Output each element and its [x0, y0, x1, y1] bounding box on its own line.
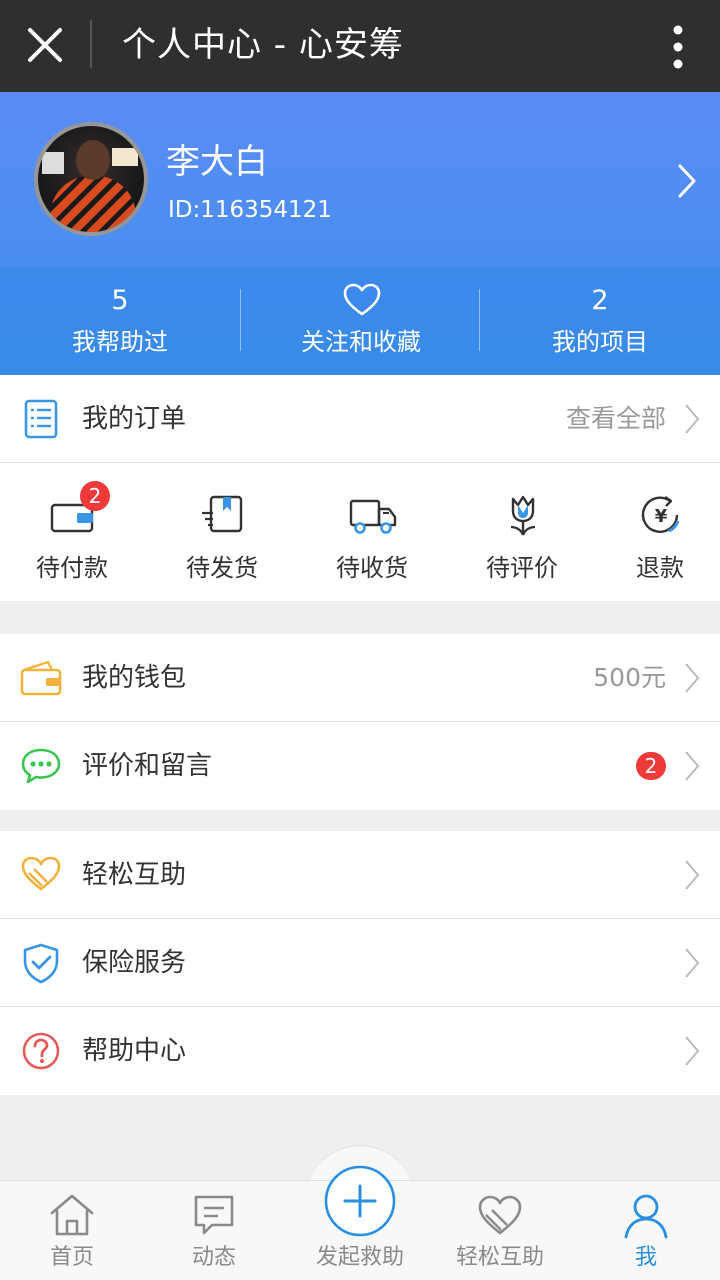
shipping-box-icon: [202, 495, 243, 533]
heart-icon: [343, 283, 381, 316]
tab-home-label: 首页: [49, 1245, 94, 1270]
my-wallet-label: 我的钱包: [82, 663, 187, 693]
tab-mutual-aid[interactable]: 轻松互助: [428, 1181, 572, 1280]
order-pending-receipt[interactable]: 待收货: [300, 463, 444, 601]
stat-helped[interactable]: 5 我帮助过: [0, 267, 240, 375]
yen-refund-icon: ¥: [641, 496, 680, 533]
avatar[interactable]: [34, 122, 148, 236]
order-refund[interactable]: ¥ 退款: [588, 463, 720, 601]
my-orders-row[interactable]: 我的订单 查看全部: [0, 375, 720, 463]
mutual-aid-row[interactable]: 轻松互助: [0, 831, 720, 919]
profile-header[interactable]: 李大白 ID:116354121 5 我帮助过 关注和收藏 2 我的项目: [0, 92, 720, 375]
tab-me-label: 我: [634, 1245, 657, 1270]
chevron-right-icon[interactable]: [676, 162, 698, 200]
order-list-icon: [24, 399, 58, 439]
order-pending-shipment-label: 待发货: [186, 554, 258, 582]
tab-launch-aid-label: 发起救助: [315, 1245, 404, 1270]
profile-stats: 5 我帮助过 关注和收藏 2 我的项目: [0, 267, 720, 375]
user-icon: [624, 1194, 668, 1239]
tab-feed-label: 动态: [191, 1245, 236, 1270]
mutual-aid-label: 轻松互助: [82, 860, 187, 890]
heart-hands-icon: [21, 856, 61, 891]
order-pending-payment[interactable]: 2 待付款: [0, 463, 144, 601]
plus-circle-icon[interactable]: [324, 1165, 396, 1237]
wallet-icon: [20, 660, 62, 696]
help-center-row[interactable]: 帮助中心: [0, 1007, 720, 1095]
chevron-right-icon: [685, 663, 700, 693]
insurance-label: 保险服务: [82, 948, 187, 978]
my-orders-label: 我的订单: [82, 404, 187, 434]
chevron-right-icon: [685, 860, 700, 890]
tab-me[interactable]: 我: [574, 1181, 718, 1280]
order-status-grid: 2 待付款 待发货 待收货 待评价 ¥ 退款: [0, 463, 720, 601]
stat-projects-label: 我的项目: [552, 328, 648, 356]
more-vertical-icon[interactable]: [666, 24, 690, 70]
delivery-truck-icon: [349, 499, 397, 534]
tab-feed[interactable]: 动态: [142, 1181, 286, 1280]
chevron-right-icon: [685, 948, 700, 978]
chevron-right-icon: [685, 404, 700, 434]
chat-bubble-icon: [21, 748, 61, 784]
help-center-label: 帮助中心: [82, 1036, 187, 1066]
shield-check-icon: [23, 943, 59, 984]
insurance-row[interactable]: 保险服务: [0, 919, 720, 1007]
close-icon[interactable]: [22, 22, 68, 68]
chevron-right-icon: [685, 751, 700, 781]
order-pending-shipment[interactable]: 待发货: [150, 463, 294, 601]
chevron-right-icon: [685, 1036, 700, 1066]
heart-hands-icon: [478, 1195, 522, 1235]
comments-label: 评价和留言: [82, 751, 213, 781]
tab-home[interactable]: 首页: [0, 1181, 144, 1280]
stat-favorites[interactable]: 关注和收藏: [241, 267, 481, 375]
chat-icon: [194, 1195, 234, 1235]
page-title: 个人中心 - 心安筹: [122, 25, 404, 65]
title-divider: [90, 20, 92, 68]
stat-favorites-label: 关注和收藏: [301, 328, 421, 356]
flower-icon: [510, 495, 536, 536]
badge-count: 2: [80, 481, 110, 511]
tab-mutual-aid-label: 轻松互助: [455, 1245, 544, 1270]
my-wallet-row[interactable]: 我的钱包 500元: [0, 634, 720, 722]
profile-name: 李大白: [166, 142, 268, 182]
stat-helped-label: 我帮助过: [72, 328, 168, 356]
order-pending-review-label: 待评价: [486, 554, 558, 582]
title-bar: 个人中心 - 心安筹: [0, 0, 720, 92]
order-refund-label: 退款: [636, 554, 684, 582]
order-pending-review[interactable]: 待评价: [450, 463, 594, 601]
home-icon: [50, 1194, 94, 1236]
question-circle-icon: [22, 1032, 60, 1070]
view-all-link[interactable]: 查看全部: [566, 397, 666, 441]
stat-projects[interactable]: 2 我的项目: [480, 267, 720, 375]
svg-text:¥: ¥: [655, 506, 668, 527]
stat-projects-count: 2: [591, 285, 609, 316]
order-pending-payment-label: 待付款: [36, 554, 108, 582]
comments-row[interactable]: 评价和留言 2: [0, 722, 720, 810]
profile-id: ID:116354121: [168, 197, 332, 223]
stat-helped-count: 5: [111, 285, 129, 316]
comments-badge: 2: [636, 752, 666, 780]
order-pending-receipt-label: 待收货: [336, 554, 408, 582]
wallet-balance: 500元: [593, 663, 666, 692]
